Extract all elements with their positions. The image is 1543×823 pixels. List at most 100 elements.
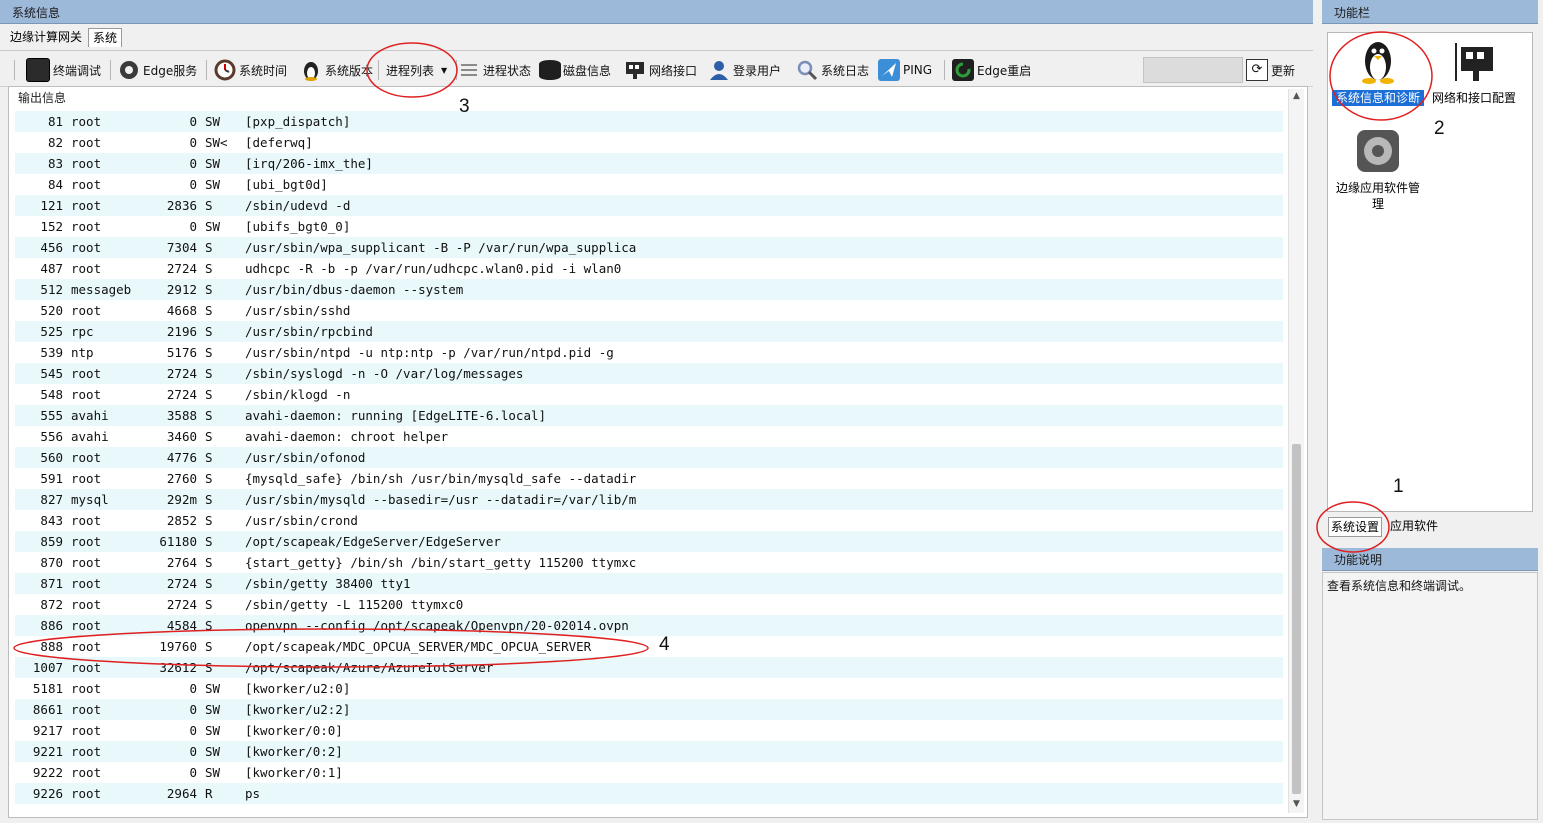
table-row[interactable]: 827 mysql 292m S/usr/sbin/mysqld --basedir=…: [15, 489, 1283, 510]
refresh-interval-input[interactable]: [1143, 57, 1243, 83]
function-system-info-diagnosis[interactable]: 系统信息和诊断: [1332, 39, 1424, 106]
refresh-button[interactable]: ⟳ 更新: [1246, 58, 1295, 82]
table-row[interactable]: 83 root 0 SW [irq/206-imx_the]: [15, 153, 1283, 174]
table-row[interactable]: 871 root 2724 S/sbin/getty 38400 tty1: [15, 573, 1283, 594]
tab-edge-gateway[interactable]: 边缘计算网关: [6, 28, 86, 46]
process-pid: 525: [40, 324, 63, 339]
table-row[interactable]: 886 root 4584 Sopenvpn --config /opt/scapea…: [15, 615, 1283, 636]
table-row[interactable]: 520 root 4668 S/usr/sbin/sshd: [15, 300, 1283, 321]
process-user: rpc: [71, 324, 94, 339]
table-row[interactable]: 539 ntp 5176 S/usr/sbin/ntpd -u ntp:ntp -p …: [15, 342, 1283, 363]
network-interface-button[interactable]: 网络接口: [624, 58, 697, 82]
process-user: root: [71, 681, 102, 696]
scroll-up-icon[interactable]: ▲: [1291, 91, 1302, 103]
table-row[interactable]: 843 root 2852 S/usr/sbin/crond: [15, 510, 1283, 531]
process-user: mysql: [71, 492, 109, 507]
function-edge-app-management[interactable]: 边缘应用软件管理: [1332, 129, 1424, 212]
process-vsz: 2912: [166, 282, 197, 297]
process-stat: S: [205, 345, 213, 360]
right-panel-titlebar: 功能栏: [1322, 0, 1538, 24]
right-bottom-tabs: 系统设置 应用软件: [1322, 514, 1538, 538]
process-command: [deferwq]: [245, 135, 313, 150]
edge-service-button[interactable]: Edge服务: [118, 58, 197, 82]
table-row[interactable]: 545 root 2724 S/sbin/syslogd -n -O /var/log…: [15, 363, 1283, 384]
process-status-button[interactable]: 进程状态: [458, 58, 531, 82]
left-panel-title: 系统信息: [12, 6, 61, 20]
process-pid: 456: [40, 240, 63, 255]
process-stat: S: [205, 597, 213, 612]
table-row[interactable]: 512 messageb 2912 S/usr/bin/dbus-daemon --s…: [15, 279, 1283, 300]
scrollbar-thumb[interactable]: [1292, 444, 1301, 794]
function-network-interface-config[interactable]: 网络和接口配置: [1426, 39, 1522, 106]
ping-button[interactable]: PING: [878, 58, 932, 82]
table-row[interactable]: 560 root 4776 S/usr/sbin/ofonod: [15, 447, 1283, 468]
process-vsz: 0: [189, 219, 197, 234]
process-pid: 83: [47, 156, 63, 171]
table-row[interactable]: 556 avahi 3460 Savahi-daemon: chroot helper: [15, 426, 1283, 447]
table-row[interactable]: 525 rpc 2196 S/usr/sbin/rpcbind: [15, 321, 1283, 342]
process-stat: SW: [205, 744, 221, 759]
process-command: /sbin/klogd -n: [245, 387, 351, 402]
process-user: avahi: [71, 429, 109, 444]
system-time-button[interactable]: 系统时间: [214, 58, 287, 82]
process-stat: S: [205, 429, 213, 444]
tab-system-settings[interactable]: 系统设置: [1328, 517, 1383, 537]
process-command: /opt/scapeak/MDC_OPCUA_SERVER/MDC_OPCUA_…: [245, 639, 592, 654]
table-row[interactable]: 9226 root 2964 Rps: [15, 783, 1283, 804]
process-command: /usr/sbin/crond: [245, 513, 358, 528]
description-titlebar: 功能说明: [1322, 548, 1538, 571]
process-pid: 591: [40, 471, 63, 486]
tab-application-software[interactable]: 应用软件: [1388, 517, 1440, 535]
tab-system[interactable]: 系统: [88, 28, 123, 47]
process-list-dropdown-button[interactable]: 进程列表 ▼: [386, 58, 447, 82]
table-row[interactable]: 84 root 0 SW [ubi_bgt0d]: [15, 174, 1283, 195]
table-row[interactable]: 859 root 61180 S/opt/scapeak/EdgeServer/Edg…: [15, 531, 1283, 552]
process-command: /sbin/syslogd -n -O /var/log/messages: [245, 366, 524, 381]
process-stat: SW<: [205, 135, 228, 150]
process-vsz: 2724: [166, 366, 197, 381]
table-row[interactable]: 870 root 2764 S {start_getty} /bin/sh /bin/s…: [15, 552, 1283, 573]
process-vsz: 2196: [166, 324, 197, 339]
table-row[interactable]: 121 root 2836 S/sbin/udevd -d: [15, 195, 1283, 216]
disk-info-button[interactable]: 磁盘信息: [538, 58, 611, 82]
table-row[interactable]: 888 root 19760 S/opt/scapeak/MDC_OPCUA_SERV…: [15, 636, 1283, 657]
table-row[interactable]: 9222 root 0 SW [kworker/0:1]: [15, 762, 1283, 783]
table-row[interactable]: 591 root 2760 S {mysqld_safe} /bin/sh /usr/b…: [15, 468, 1283, 489]
table-row[interactable]: 5181 root 0 SW [kworker/u2:0]: [15, 678, 1283, 699]
edge-restart-button[interactable]: Edge重启: [952, 58, 1031, 82]
process-stat: S: [205, 492, 213, 507]
table-row[interactable]: 152 root 0 SW [ubifs_bgt0_0]: [15, 216, 1283, 237]
table-row[interactable]: 82 root 0 SW< [deferwq]: [15, 132, 1283, 153]
table-row[interactable]: 9221 root 0 SW [kworker/0:2]: [15, 741, 1283, 762]
table-row[interactable]: 548 root 2724 S/sbin/klogd -n: [15, 384, 1283, 405]
system-log-button[interactable]: 系统日志: [796, 58, 869, 82]
process-vsz: 2724: [166, 387, 197, 402]
disk-icon: [538, 59, 561, 81]
process-vsz: 0: [189, 177, 197, 192]
table-row[interactable]: 555 avahi 3588 Savahi-daemon: running [Edge…: [15, 405, 1283, 426]
terminal-debug-button[interactable]: 终端调试: [26, 58, 101, 82]
scroll-down-icon[interactable]: ▼: [1291, 799, 1302, 811]
logged-in-users-button[interactable]: 登录用户: [708, 58, 781, 82]
process-pid: 9222: [32, 765, 63, 780]
process-command: /sbin/getty 38400 tty1: [245, 576, 411, 591]
process-pid: 539: [40, 345, 63, 360]
toolbar-separator: [456, 60, 457, 80]
process-pid: 81: [47, 114, 63, 129]
annotation-number-4: 4: [659, 634, 670, 655]
table-row[interactable]: 9217 root 0 SW [kworker/0:0]: [15, 720, 1283, 741]
system-version-button[interactable]: 系统版本: [300, 58, 373, 82]
table-row[interactable]: 8661 root 0 SW [kworker/u2:2]: [15, 699, 1283, 720]
table-row[interactable]: 872 root 2724 S/sbin/getty -L 115200 ttymxc…: [15, 594, 1283, 615]
table-row[interactable]: 456 root 7304 S/usr/sbin/wpa_supplicant -B …: [15, 237, 1283, 258]
process-vsz: 0: [189, 765, 197, 780]
process-list[interactable]: 81 root 0 SW [pxp_dispatch] 82 root 0 SW< [deferw…: [15, 111, 1283, 811]
process-user: root: [71, 597, 102, 612]
table-row[interactable]: 1007 root 32612 S/opt/scapeak/Azure/AzureIo…: [15, 657, 1283, 678]
process-stat: SW: [205, 702, 221, 717]
restart-icon: [952, 59, 974, 81]
process-stat: S: [205, 639, 213, 654]
table-row[interactable]: 81 root 0 SW [pxp_dispatch]: [15, 111, 1283, 132]
table-row[interactable]: 487 root 2724 Sudhcpc -R -b -p /var/run/udh…: [15, 258, 1283, 279]
vertical-scrollbar[interactable]: ▲ ▼: [1288, 89, 1304, 813]
